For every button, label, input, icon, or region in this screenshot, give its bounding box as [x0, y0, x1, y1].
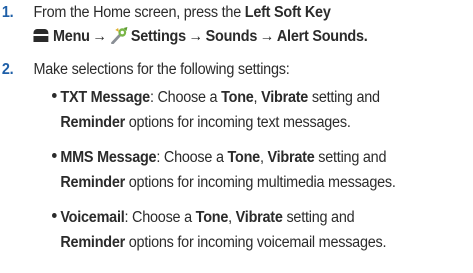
settings-label: Settings [130, 28, 186, 45]
step-number: 1. [1, 4, 14, 21]
step-1-text: From the Home screen, press the [33, 4, 245, 21]
bullet-text: options for incoming multimedia messages… [125, 174, 396, 191]
step-1-line-1: From the Home screen, press the Left Sof… [33, 2, 367, 24]
sounds-label: Sounds [205, 28, 258, 45]
vibrate-label: Vibrate [261, 89, 309, 106]
bullet-text: , [228, 209, 236, 226]
bullet-text: setting and [282, 209, 355, 226]
step-2-text: Make selections for the following settin… [33, 61, 290, 78]
bullet-dot [52, 153, 57, 158]
end-period: . [363, 28, 368, 45]
setting-name: TXT Message [60, 89, 150, 106]
menu-soft-key-icon [33, 29, 49, 42]
bullet-line-2: Reminder options for incoming multimedia… [60, 170, 396, 195]
instruction-document: 1. From the Home screen, press the Left … [0, 0, 473, 273]
reminder-label: Reminder [60, 114, 126, 131]
bullet-text: : Choose a [156, 149, 228, 166]
tone-label: Tone [221, 89, 254, 106]
step-2-body: Make selections for the following settin… [33, 59, 289, 81]
bullet-line-1: MMS Message: Choose a Tone, Vibrate sett… [52, 145, 396, 170]
bullet-text: : Choose a [124, 209, 196, 226]
bullet-mms-message: MMS Message: Choose a Tone, Vibrate sett… [52, 145, 396, 195]
setting-name: MMS Message [60, 149, 157, 166]
bullet-text: , [259, 149, 268, 166]
alert-sounds-label: Alert Sounds [276, 28, 364, 45]
vibrate-label: Vibrate [235, 209, 283, 226]
bullet-text: , [253, 89, 262, 106]
bullet-text: options for incoming text messages. [125, 114, 351, 131]
step-1-line-2: Menu → Settings → Sounds → Alert Sounds. [33, 26, 368, 48]
bullet-text: setting and [314, 149, 387, 166]
bullet-dot [52, 213, 57, 218]
arrow-icon: → [92, 28, 107, 45]
step-number: 2. [1, 61, 14, 78]
reminder-label: Reminder [60, 234, 126, 251]
setting-name: Voicemail [60, 209, 125, 226]
tone-label: Tone [227, 149, 261, 166]
menu-label: Menu [53, 28, 90, 45]
arrow-icon: → [259, 28, 275, 45]
bullet-line-2: Reminder options for incoming text messa… [60, 110, 379, 135]
bullet-line-1: TXT Message: Choose a Tone, Vibrate sett… [52, 85, 380, 110]
bullet-line-2: Reminder options for incoming voicemail … [60, 230, 386, 255]
bullet-txt-message: TXT Message: Choose a Tone, Vibrate sett… [52, 85, 380, 135]
tone-label: Tone [195, 209, 229, 226]
bullet-text: : Choose a [149, 89, 222, 106]
step-1-body: From the Home screen, press the Left Sof… [33, 2, 368, 48]
arrow-icon: → [188, 28, 203, 45]
settings-icon [110, 27, 128, 44]
bullet-text: options for incoming voicemail messages. [125, 234, 387, 251]
bullet-voicemail: Voicemail: Choose a Tone, Vibrate settin… [52, 205, 387, 255]
vibrate-label: Vibrate [267, 149, 315, 166]
bullet-line-1: Voicemail: Choose a Tone, Vibrate settin… [52, 205, 386, 230]
reminder-label: Reminder [60, 174, 126, 191]
left-soft-key-label: Left Soft Key [244, 4, 331, 21]
bullet-dot [52, 93, 57, 98]
bullet-text: setting and [308, 89, 380, 106]
